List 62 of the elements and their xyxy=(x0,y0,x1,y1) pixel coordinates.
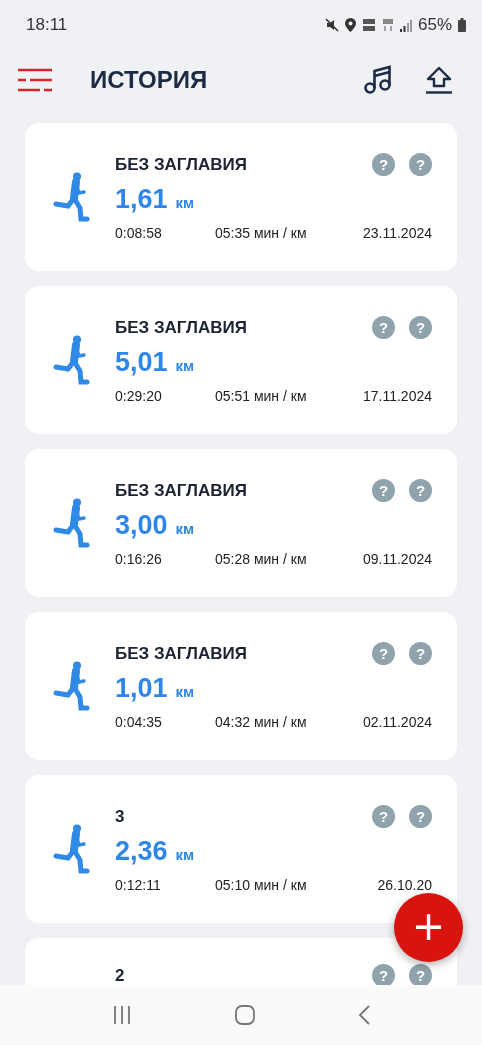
distance-unit: км xyxy=(175,194,195,211)
screen-title: ИСТОРИЯ xyxy=(90,66,209,94)
back-icon[interactable] xyxy=(358,1005,371,1025)
battery-percent: 65% xyxy=(417,15,452,35)
run-date: 23.11.2024 xyxy=(362,225,432,241)
run-title: БЕЗ ЗАГЛАВИЯ xyxy=(115,643,247,664)
help-badge[interactable]: ? xyxy=(372,805,395,828)
run-card[interactable]: БЕЗ ЗАГЛАВИЯ ? ? 1,61 км 0:08:58 05:35 мин / км 23.11.2024 xyxy=(25,123,457,271)
run-title: 3 xyxy=(115,806,125,827)
distance-unit: км xyxy=(175,846,195,863)
location-icon xyxy=(344,18,356,32)
run-date: 02.11.2024 xyxy=(362,714,432,730)
run-title: БЕЗ ЗАГЛАВИЯ xyxy=(115,154,247,175)
distance-unit: км xyxy=(175,520,195,537)
distance-unit: км xyxy=(175,683,195,700)
mute-icon xyxy=(324,18,339,32)
pace: 05:35 мин / км xyxy=(215,225,308,241)
help-badge[interactable]: ? xyxy=(409,805,432,828)
music-note-icon[interactable] xyxy=(364,65,392,95)
pace: 05:10 мин / км xyxy=(215,877,308,893)
signal-icon xyxy=(399,18,412,32)
distance-value: 1,61 xyxy=(115,184,168,215)
distance-value: 5,01 xyxy=(115,347,168,378)
duration: 0:04:35 xyxy=(115,714,163,730)
duration: 0:08:58 xyxy=(115,225,163,241)
pace: 05:51 мин / км xyxy=(215,388,308,404)
recent-apps-icon[interactable] xyxy=(111,1006,132,1024)
duration: 0:29:20 xyxy=(115,388,163,404)
run-card[interactable]: БЕЗ ЗАГЛАВИЯ ? ? 5,01 км 0:29:20 05:51 мин / км 17.11.2024 xyxy=(25,286,457,434)
help-badge[interactable]: ? xyxy=(372,316,395,339)
run-title: БЕЗ ЗАГЛАВИЯ xyxy=(115,317,247,338)
help-badge[interactable]: ? xyxy=(409,153,432,176)
help-badge[interactable]: ? xyxy=(372,153,395,176)
menu-icon[interactable] xyxy=(18,68,52,92)
run-title: БЕЗ ЗАГЛАВИЯ xyxy=(115,480,247,501)
run-date: 09.11.2024 xyxy=(362,551,432,567)
help-badge[interactable]: ? xyxy=(409,479,432,502)
distance-unit: км xyxy=(175,357,195,374)
duration: 0:12:11 xyxy=(115,877,162,893)
help-badge[interactable]: ? xyxy=(409,642,432,665)
help-badge[interactable]: ? xyxy=(372,479,395,502)
battery-icon xyxy=(458,18,466,32)
distance-value: 2,36 xyxy=(115,836,168,867)
help-badge[interactable]: ? xyxy=(409,316,432,339)
pace: 04:32 мин / км xyxy=(215,714,308,730)
duration: 0:16:26 xyxy=(115,551,163,567)
run-title: 2 xyxy=(115,965,125,985)
run-date: 17.11.2024 xyxy=(362,388,432,404)
help-badge[interactable]: ? xyxy=(409,964,432,985)
home-icon[interactable] xyxy=(235,1005,255,1025)
distance-value: 3,00 xyxy=(115,510,168,541)
help-badge[interactable]: ? xyxy=(372,964,395,985)
distance-value: 1,01 xyxy=(115,673,168,704)
run-card[interactable]: БЕЗ ЗАГЛАВИЯ ? ? 3,00 км 0:16:26 05:28 мин / км 09.11.2024 xyxy=(25,449,457,597)
upload-icon[interactable] xyxy=(426,66,452,94)
volte-icon xyxy=(361,18,376,32)
run-card[interactable]: БЕЗ ЗАГЛАВИЯ ? ? 1,01 км 0:04:35 04:32 мин / км 02.11.2024 xyxy=(25,612,457,760)
help-badge[interactable]: ? xyxy=(372,642,395,665)
status-time: 18:11 xyxy=(26,15,68,35)
network-icon xyxy=(381,18,394,32)
run-date: 26.10.20 xyxy=(377,877,432,893)
pace: 05:28 мин / км xyxy=(215,551,308,567)
